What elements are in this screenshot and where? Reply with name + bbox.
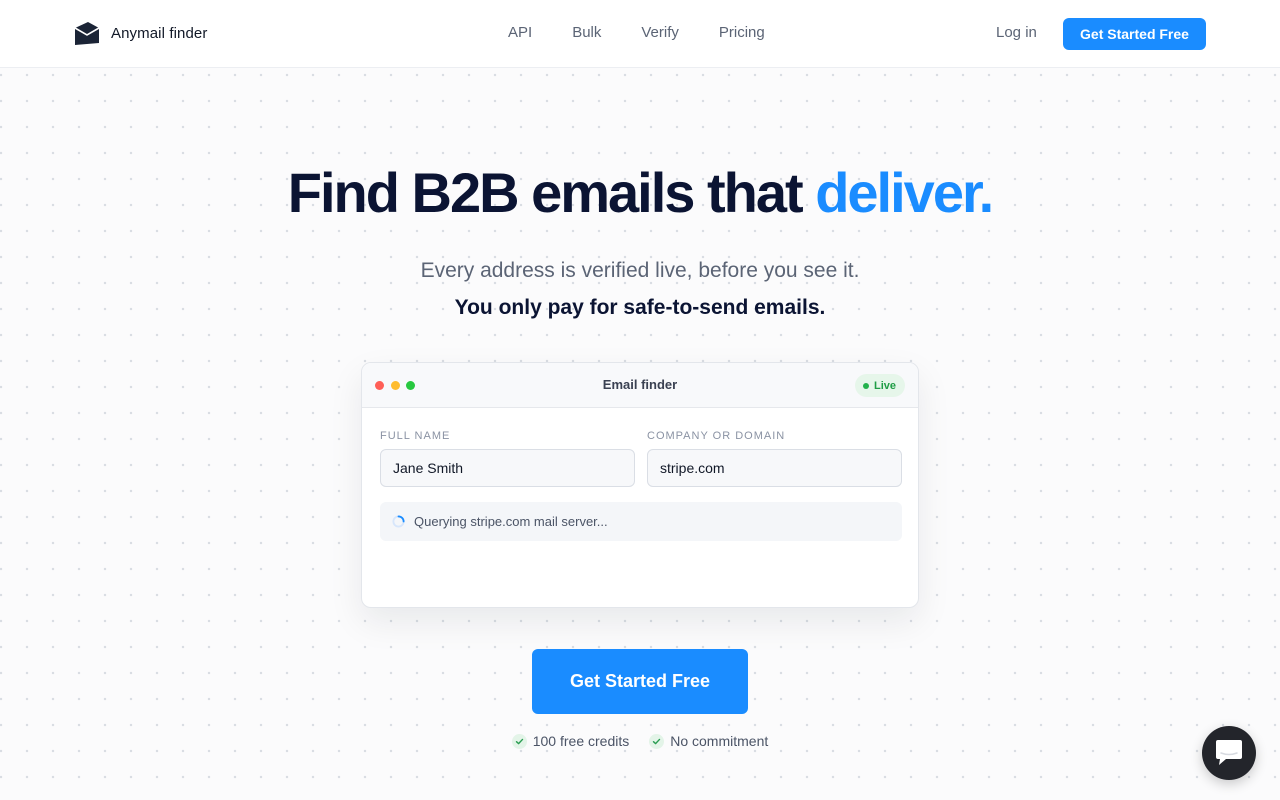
main-nav: API Bulk Verify Pricing [508,24,765,41]
perk-no-commitment: No commitment [649,733,768,749]
perk-label: 100 free credits [532,733,630,749]
hero-subtitle: Every address is verified live, before y… [420,259,860,282]
full-name-label: FULL NAME [380,430,451,442]
check-icon [511,733,527,749]
nav-link-bulk[interactable]: Bulk [572,24,601,41]
live-badge-label: Live [873,379,896,392]
envelope-logo-icon [74,22,100,45]
get-started-button[interactable]: Get Started Free [532,649,748,714]
company-domain-field[interactable]: stripe.com [647,449,902,487]
login-link[interactable]: Log in [996,24,1037,41]
full-name-field[interactable]: Jane Smith [380,449,635,487]
chat-bubble-icon [1216,740,1242,765]
check-icon [649,733,665,749]
perk-label: No commitment [670,733,769,749]
header-get-started-button[interactable]: Get Started Free [1063,18,1206,50]
loading-spinner-icon [392,515,405,528]
hero-title: Find B2B emails that deliver. [0,160,1280,225]
company-domain-label: COMPANY OR DOMAIN [647,430,786,442]
top-navbar: Anymail finder API Bulk Verify Pricing L… [0,0,1280,68]
perks-row: 100 free credits No commitment [0,733,1280,749]
nav-link-verify[interactable]: Verify [641,24,679,41]
email-finder-card: Email finder Live FULL NAME Jane Smith C… [361,362,919,608]
perk-free-credits: 100 free credits [511,733,630,749]
nav-link-api[interactable]: API [508,24,532,41]
hero-subtitle-bold: You only pay for safe-to-send emails. [454,296,826,319]
card-header: Email finder Live [362,363,918,408]
nav-link-pricing[interactable]: Pricing [719,24,765,41]
brand-name: Anymail finder [111,24,208,42]
hero-title-main: Find B2B emails that [287,161,804,224]
card-title: Email finder [602,377,678,392]
live-badge: Live [854,374,905,397]
live-dot-icon [862,382,869,389]
hero-title-accent: deliver. [815,161,994,224]
brand-logo[interactable]: Anymail finder [73,19,207,47]
chat-launcher-button[interactable] [1202,726,1256,780]
query-status: Querying stripe.com mail server... [380,502,902,541]
query-status-text: Querying stripe.com mail server... [414,514,608,529]
